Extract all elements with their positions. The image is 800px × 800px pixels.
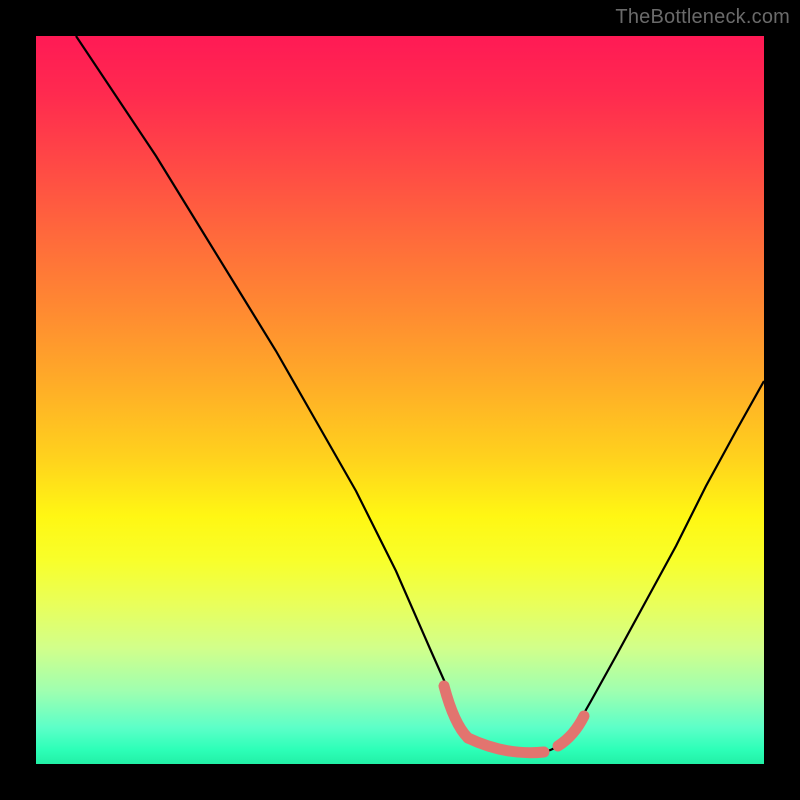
chart-stage: TheBottleneck.com: [0, 0, 800, 800]
plot-area: [36, 36, 764, 764]
highlight-left-descent: [444, 686, 468, 738]
curve-overlay: [36, 36, 764, 764]
highlight-flat-bottom: [468, 738, 544, 753]
highlight-right-ascent: [558, 716, 584, 746]
bottleneck-curve: [76, 36, 764, 754]
watermark-text: TheBottleneck.com: [615, 6, 790, 29]
